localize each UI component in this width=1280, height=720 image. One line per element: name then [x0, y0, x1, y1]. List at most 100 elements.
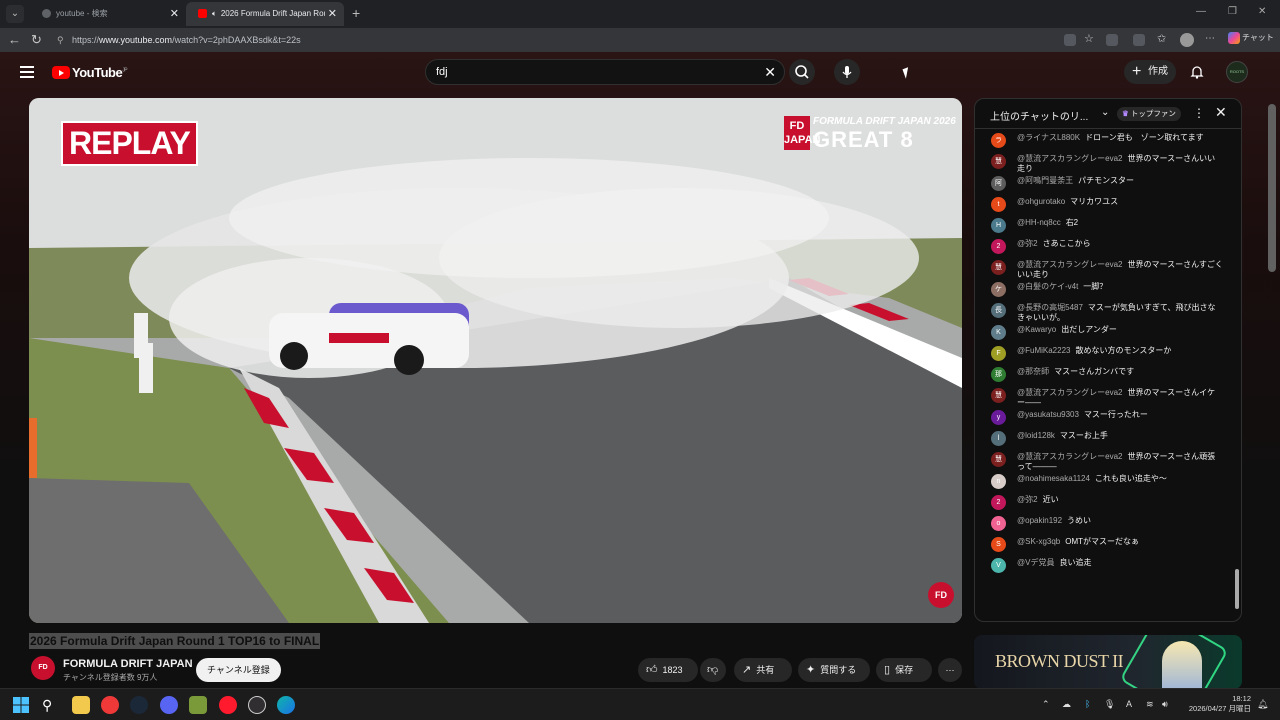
create-button[interactable]: 作成	[1124, 60, 1176, 84]
notifications-bell-icon[interactable]	[1190, 64, 1204, 79]
chat-author-avatar[interactable]: l	[991, 431, 1006, 446]
chat-author-avatar[interactable]: H	[991, 218, 1006, 233]
notification-icon[interactable]: 🔔︎	[1257, 699, 1268, 710]
chat-author-name[interactable]: @慧流アスカラングレーeva2	[1017, 260, 1122, 269]
search-box[interactable]: ✕	[425, 59, 785, 85]
chat-author-name[interactable]: @那奈師	[1017, 367, 1049, 376]
chat-author-avatar[interactable]: ラ	[991, 133, 1006, 148]
chat-mode-title[interactable]: 上位のチャットのリ...	[990, 108, 1088, 123]
close-tab-icon[interactable]: ✕	[170, 2, 179, 26]
edge-icon[interactable]	[277, 696, 295, 714]
discord-icon[interactable]	[160, 696, 178, 714]
chat-author-avatar[interactable]: 那	[991, 367, 1006, 382]
dislike-button[interactable]: 👎︎	[700, 658, 726, 682]
cloud-icon[interactable]: ☁	[1062, 699, 1071, 710]
search-input[interactable]	[436, 64, 736, 80]
chat-author-avatar[interactable]: 阿	[991, 176, 1006, 191]
chat-author-avatar[interactable]: K	[991, 325, 1006, 340]
chat-author-name[interactable]: @弥2	[1017, 239, 1038, 248]
opera-icon[interactable]	[219, 696, 237, 714]
more-vertical-icon[interactable]: ⋮	[1193, 106, 1205, 120]
microphone-icon[interactable]: 🎙︎	[1104, 699, 1115, 710]
favorites-icon[interactable]: ✩	[1157, 32, 1169, 45]
bluetooth-icon[interactable]: ᛒ	[1085, 699, 1090, 709]
close-chat-icon[interactable]: ✕	[1215, 104, 1227, 121]
chevron-up-icon[interactable]: ⌃	[1042, 699, 1050, 710]
tab-fdj-video[interactable]: 🔈︎ 2026 Formula Drift Japan Rou ✕	[186, 2, 344, 26]
chat-author-avatar[interactable]: n	[991, 474, 1006, 489]
file-explorer-icon[interactable]	[72, 696, 90, 714]
channel-avatar[interactable]: FD	[31, 656, 55, 680]
site-info-icon[interactable]: ⚲	[57, 30, 64, 50]
chat-author-avatar[interactable]: ケ	[991, 282, 1006, 297]
app-icon[interactable]	[189, 696, 207, 714]
like-button[interactable]: 👍︎ 1823	[638, 658, 698, 682]
reader-icon[interactable]	[1064, 34, 1076, 46]
chat-author-avatar[interactable]: 2	[991, 239, 1006, 254]
close-tab-icon[interactable]: ✕	[324, 2, 337, 26]
chat-author-name[interactable]: @loid128k	[1017, 431, 1055, 440]
search-button[interactable]	[789, 59, 815, 85]
chat-author-name[interactable]: @SK-xg3qb	[1017, 537, 1060, 546]
extension-icon[interactable]	[1106, 34, 1118, 46]
reload-icon[interactable]: ↻	[31, 32, 42, 48]
maximize-icon[interactable]: ❐	[1228, 6, 1237, 17]
steam-icon[interactable]	[130, 696, 148, 714]
chat-author-avatar[interactable]: 長	[991, 303, 1006, 318]
chat-author-avatar[interactable]: y	[991, 410, 1006, 425]
chat-author-name[interactable]: @Vデ党員	[1017, 558, 1054, 567]
channel-name[interactable]: FORMULA DRIFT JAPAN	[63, 658, 193, 670]
chat-author-avatar[interactable]: 慧	[991, 154, 1006, 169]
save-button[interactable]: ▯ 保存	[876, 658, 932, 682]
chat-author-name[interactable]: @阿鳴門曼荼王	[1017, 176, 1073, 185]
chat-author-avatar[interactable]: 慧	[991, 260, 1006, 275]
minimize-icon[interactable]: —	[1196, 6, 1206, 17]
voice-search-button[interactable]	[834, 59, 860, 85]
chat-author-avatar[interactable]: V	[991, 558, 1006, 573]
close-window-icon[interactable]: ✕	[1258, 6, 1266, 17]
more-actions-button[interactable]: ⋯	[938, 658, 962, 682]
chat-author-name[interactable]: @yasukatsu9303	[1017, 410, 1079, 419]
menu-icon[interactable]	[20, 66, 34, 78]
youtube-logo[interactable]: YouTubeJP	[52, 65, 128, 80]
chat-author-avatar[interactable]: 慧	[991, 388, 1006, 403]
chat-author-name[interactable]: @慧流アスカラングレーeva2	[1017, 388, 1122, 397]
extensions-puzzle-icon[interactable]	[1133, 34, 1145, 46]
windows-start-icon[interactable]	[12, 696, 30, 714]
account-avatar[interactable]: ROOTS	[1226, 61, 1248, 83]
obs-icon[interactable]	[248, 696, 266, 714]
chat-author-name[interactable]: @noahimesaka1124	[1017, 474, 1090, 483]
chat-author-avatar[interactable]: 慧	[991, 452, 1006, 467]
more-menu-icon[interactable]: ⋯	[1205, 33, 1217, 45]
system-clock[interactable]: 18:12 2026/04/27 月曜日	[1183, 694, 1251, 714]
chat-author-avatar[interactable]: F	[991, 346, 1006, 361]
copilot-button[interactable]: チャット	[1228, 32, 1274, 44]
chat-author-avatar[interactable]: S	[991, 537, 1006, 552]
ime-indicator[interactable]: A	[1126, 699, 1132, 709]
favorite-star-icon[interactable]: ☆	[1084, 32, 1096, 45]
chat-author-name[interactable]: @慧流アスカラングレーeva2	[1017, 154, 1122, 163]
chat-author-name[interactable]: @白髪のケイ-v4t	[1017, 282, 1078, 291]
chat-author-name[interactable]: @慧流アスカラングレーeva2	[1017, 452, 1122, 461]
channel-watermark-logo[interactable]: FD	[928, 582, 954, 608]
ask-button[interactable]: ✦ 質問する	[798, 658, 870, 682]
volume-icon[interactable]: 🔊︎	[1162, 699, 1168, 710]
subscribe-button[interactable]: チャンネル登録	[196, 658, 281, 682]
chat-author-avatar[interactable]: 2	[991, 495, 1006, 510]
chevron-down-icon[interactable]: ⌄	[1101, 107, 1109, 118]
chat-scroll-thumb[interactable]	[1235, 569, 1239, 609]
chat-author-name[interactable]: @opakin192	[1017, 516, 1062, 525]
share-button[interactable]: ↗ 共有	[734, 658, 792, 682]
chat-author-avatar[interactable]: t	[991, 197, 1006, 212]
chat-scrollbar[interactable]	[1235, 135, 1239, 615]
chat-author-name[interactable]: @ohgurotako	[1017, 197, 1065, 206]
chat-author-avatar[interactable]: o	[991, 516, 1006, 531]
chat-author-name[interactable]: @Kawaryo	[1017, 325, 1056, 334]
chat-author-name[interactable]: @長野の高堀5487	[1017, 303, 1083, 312]
vivaldi-icon[interactable]	[101, 696, 119, 714]
search-icon[interactable]: ⚲	[42, 696, 60, 714]
ad-banner[interactable]: BROWN DUST II	[974, 635, 1242, 689]
top-fan-badge[interactable]: ♛ トップファン	[1117, 107, 1181, 121]
chat-author-name[interactable]: @ライナスL880K	[1017, 133, 1080, 142]
tab-list-chevron-icon[interactable]: ⌄	[6, 5, 24, 23]
